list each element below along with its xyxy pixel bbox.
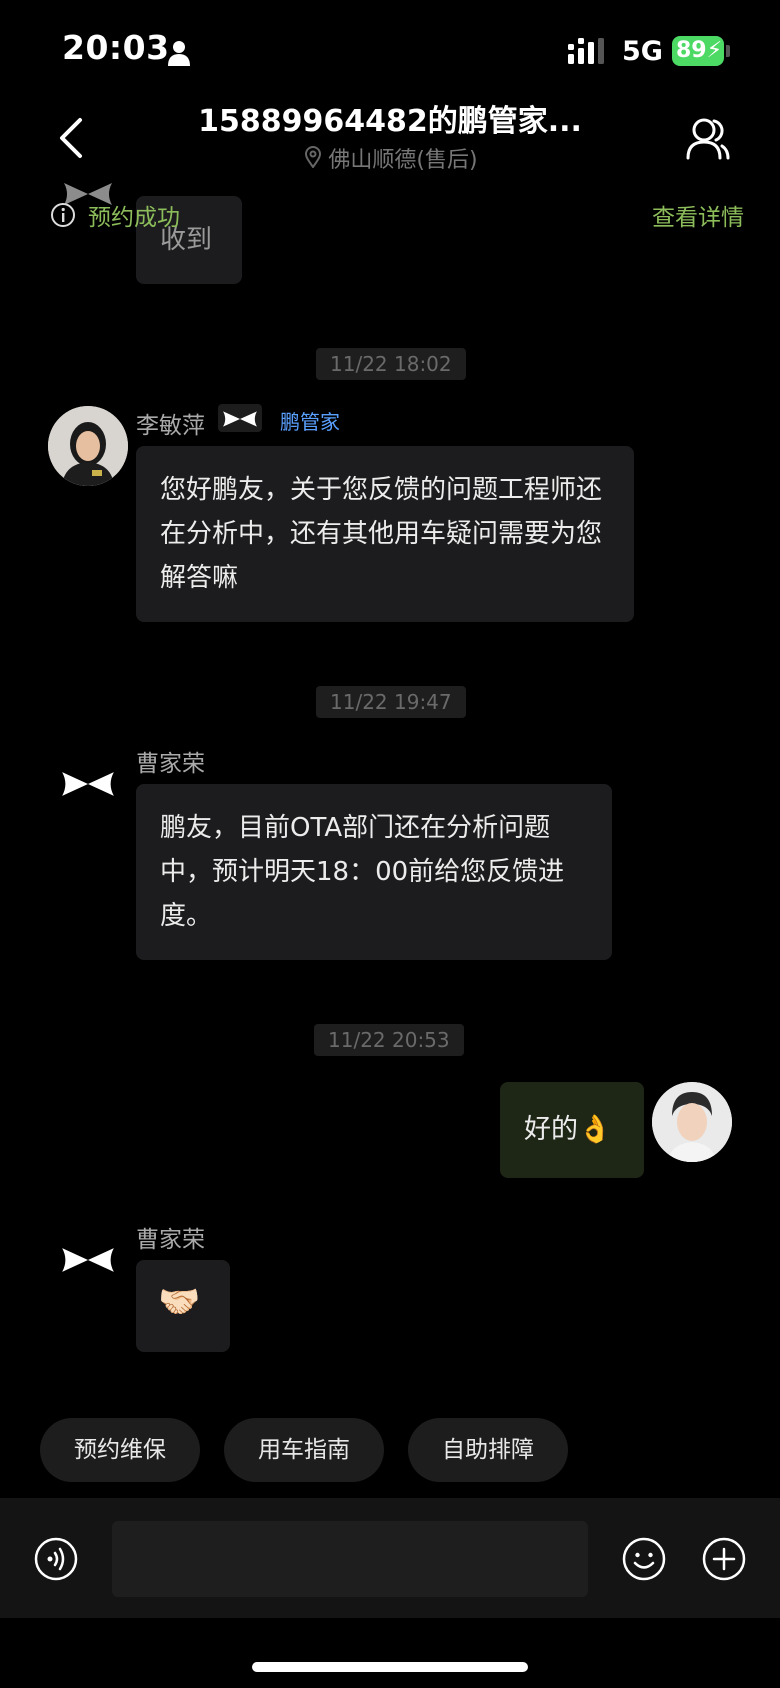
contact-icon[interactable]	[686, 116, 730, 160]
back-icon[interactable]	[56, 116, 88, 160]
user-avatar-image	[652, 1082, 732, 1162]
emoji-icon[interactable]	[622, 1537, 666, 1581]
avatar-image	[48, 406, 128, 486]
brand-badge	[218, 404, 262, 432]
signal-icon	[568, 38, 604, 64]
brand-logo-icon	[223, 411, 257, 427]
shortcut-vehicle-guide[interactable]: 用车指南	[224, 1418, 384, 1482]
voice-icon[interactable]	[34, 1537, 78, 1581]
battery-level: 89	[676, 38, 707, 63]
sender-name: 曹家荣	[136, 751, 205, 777]
message-timestamp: 11/22 18:02	[316, 348, 466, 380]
person-icon	[168, 41, 190, 66]
location-label: 佛山顺德(售后)	[328, 148, 478, 173]
message-bubble: 鹏友，目前OTA部门还在分析问题中，预计明天18：00前给您反馈进度。	[136, 784, 612, 960]
booking-status-label: 预约成功	[88, 205, 180, 231]
sender-name: 曹家荣	[136, 1227, 205, 1253]
plus-icon[interactable]	[702, 1537, 746, 1581]
chat-title: 15889964482的鹏管家...	[198, 104, 582, 139]
user-avatar[interactable]	[652, 1082, 732, 1162]
status-time: 20:03	[62, 28, 170, 67]
role-badge: 鹏管家	[280, 410, 340, 434]
brand-logo-icon	[62, 1248, 114, 1272]
charging-icon: ⚡	[706, 38, 723, 63]
message-bubble: 您好鹏友，关于您反馈的问题工程师还在分析中，还有其他用车疑问需要为您解答嘛	[136, 446, 634, 622]
message-input[interactable]	[112, 1521, 588, 1597]
home-indicator[interactable]	[252, 1662, 528, 1672]
brand-logo-icon	[62, 772, 114, 796]
shortcut-book-maintenance[interactable]: 预约维保	[40, 1418, 200, 1482]
battery-indicator: 89⚡	[672, 36, 724, 66]
network-label: 5G	[622, 36, 663, 67]
chat-subtitle: 佛山顺德(售后)	[250, 142, 530, 174]
message-timestamp: 11/22 19:47	[316, 686, 466, 718]
message-timestamp: 11/22 20:53	[314, 1024, 464, 1056]
info-icon	[51, 203, 75, 227]
sender-name: 李敏萍	[136, 413, 205, 439]
outgoing-message-bubble: 好的👌	[500, 1082, 644, 1178]
message-bubble: 🤝🏻	[136, 1260, 230, 1352]
avatar[interactable]	[48, 406, 128, 486]
battery-cap	[726, 45, 730, 57]
view-details-link[interactable]: 查看详情	[652, 198, 744, 232]
shortcut-self-troubleshoot[interactable]: 自助排障	[408, 1418, 568, 1482]
